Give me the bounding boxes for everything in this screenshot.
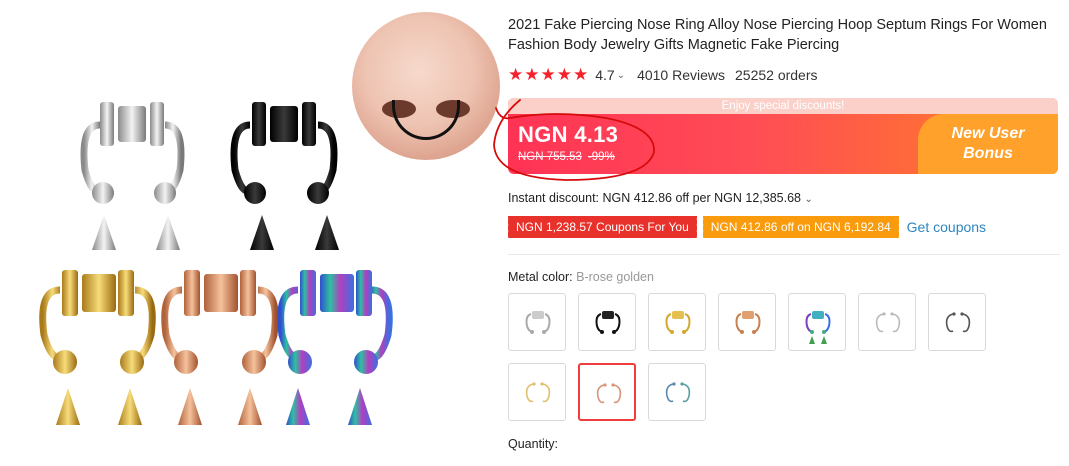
model-nose-photo xyxy=(352,12,500,160)
star-rating-icon: ★★★★★ xyxy=(508,65,590,84)
bonus-line-2: Bonus xyxy=(963,145,1013,162)
swatch-black[interactable] xyxy=(578,293,636,351)
silver-hoop-icon xyxy=(875,312,901,333)
silver-ring-image xyxy=(80,102,185,250)
rainbow-ring-icon xyxy=(805,311,831,344)
quantity-label: Quantity: xyxy=(508,437,559,451)
coupon-badge-discount[interactable]: NGN 412.86 off on NGN 6,192.84 xyxy=(700,216,899,238)
rating-row: ★★★★★ 4.7 ⌄ 4010 Reviews 25252 orders xyxy=(508,65,818,85)
coupon-badge-store[interactable]: NGN 1,238.57 Coupons For You xyxy=(506,216,697,238)
original-price: NGN 755.53 xyxy=(518,151,582,163)
discount-percent: -99% xyxy=(587,151,615,163)
rainbow-ring-image xyxy=(277,270,393,425)
new-user-bonus-badge[interactable]: New User Bonus xyxy=(918,114,1058,174)
silver-ring-icon xyxy=(525,311,551,334)
swatch-rose-gold[interactable] xyxy=(718,293,776,351)
swatch-rainbow-outline[interactable] xyxy=(648,363,706,421)
original-price-row: NGN 755.53 -99% xyxy=(518,151,615,163)
product-title: 2021 Fake Piercing Nose Ring Alloy Nose … xyxy=(508,17,1047,53)
gold-hoop-icon xyxy=(525,382,551,403)
chevron-down-icon[interactable]: ⌄ xyxy=(804,194,812,205)
rose-gold-ring-icon xyxy=(735,311,761,334)
rainbow-hoop-icon xyxy=(665,382,691,403)
gold-ring-image xyxy=(39,270,156,425)
metal-color-label: Metal color: B-rose golden xyxy=(508,270,654,284)
price-banner: Enjoy special discounts! NGN 4.13 NGN 75… xyxy=(508,98,1058,174)
reviews-link[interactable]: 4010 Reviews xyxy=(637,67,725,83)
dark-hoop-icon xyxy=(945,312,971,333)
rating-score[interactable]: 4.7 xyxy=(595,67,614,83)
current-price: NGN 4.13 xyxy=(518,122,619,147)
product-image-gallery[interactable] xyxy=(0,0,500,466)
swatch-silver-outline[interactable] xyxy=(858,293,916,351)
get-coupons-link[interactable]: Get coupons xyxy=(907,219,986,235)
orders-count: 25252 orders xyxy=(735,67,818,83)
swatch-silver[interactable] xyxy=(508,293,566,351)
divider xyxy=(508,254,1060,255)
metal-color-value: B-rose golden xyxy=(576,270,654,284)
black-ring-icon xyxy=(595,311,621,334)
chevron-down-icon[interactable]: ⌄ xyxy=(617,70,625,81)
swatch-dark-outline[interactable] xyxy=(928,293,986,351)
bonus-line-1: New User xyxy=(951,125,1025,142)
rose-gold-ring-image xyxy=(161,270,279,425)
rose-hoop-icon xyxy=(596,383,622,404)
gold-ring-icon xyxy=(665,311,691,334)
swatch-gold[interactable] xyxy=(648,293,706,351)
instant-discount[interactable]: Instant discount: NGN 412.86 off per NGN… xyxy=(508,191,813,205)
special-discount-strip: Enjoy special discounts! xyxy=(508,98,1058,114)
swatch-rainbow[interactable] xyxy=(788,293,846,351)
coupon-row: NGN 1,238.57 Coupons For You NGN 412.86 … xyxy=(506,216,986,238)
black-ring-image xyxy=(230,102,339,250)
swatch-gold-outline[interactable] xyxy=(508,363,566,421)
swatch-b-rose-golden[interactable] xyxy=(578,363,636,421)
